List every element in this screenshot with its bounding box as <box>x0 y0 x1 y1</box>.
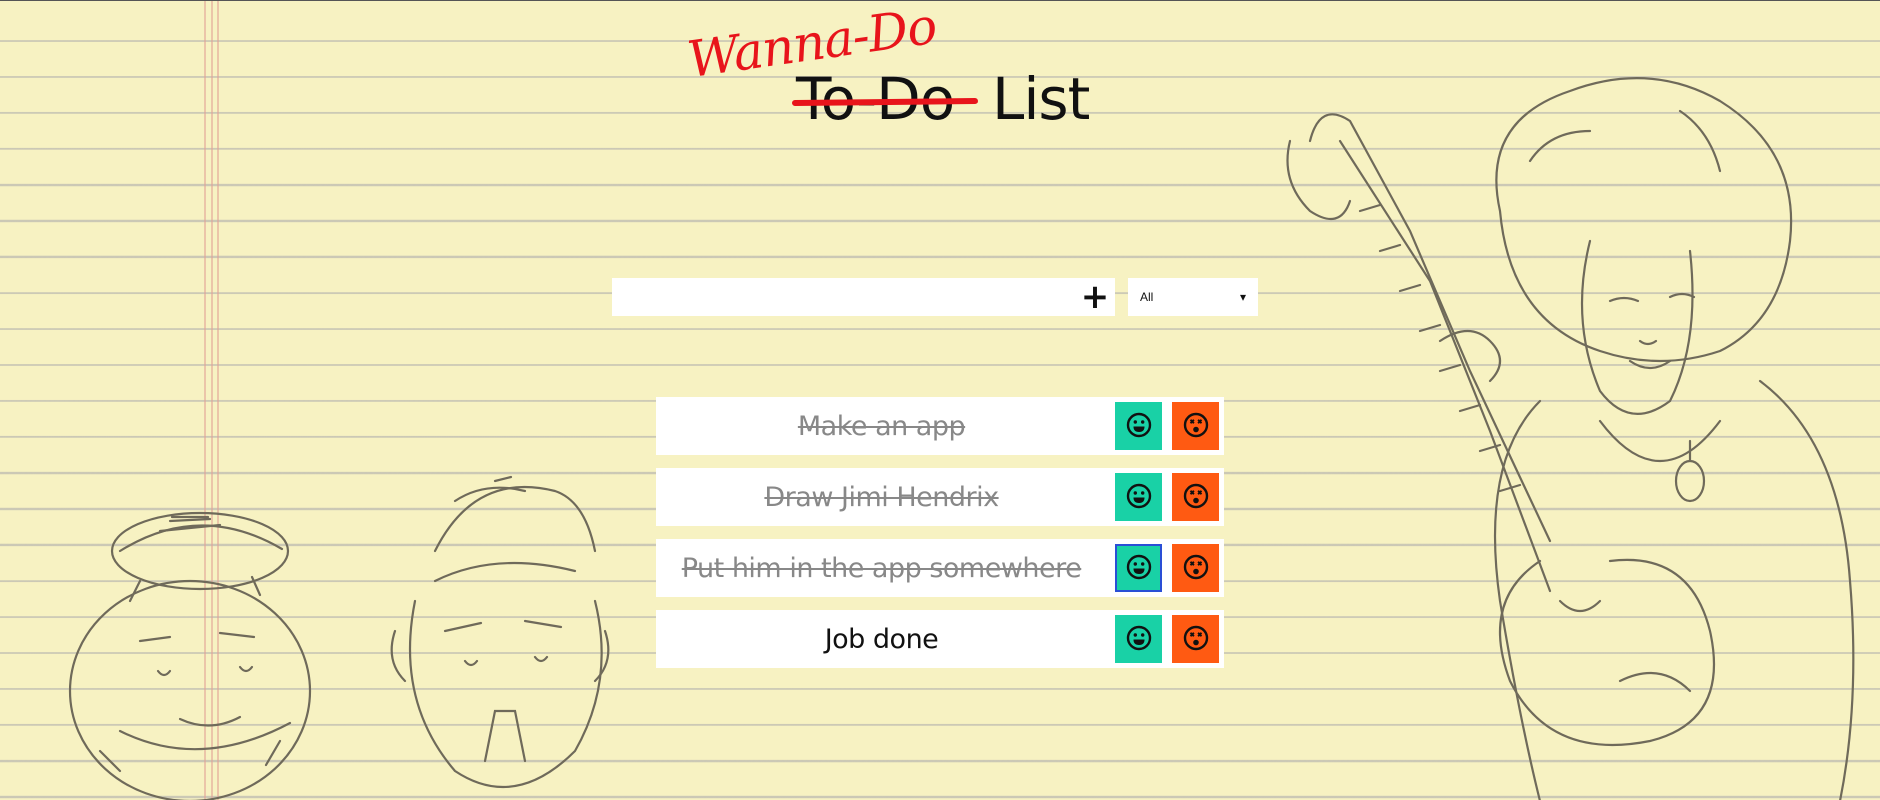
delete-button[interactable] <box>1172 473 1219 521</box>
paper-margin-line <box>204 1 206 800</box>
smile-icon <box>1126 625 1152 654</box>
filter-selected-value: All <box>1140 290 1154 304</box>
paper-margin-line <box>211 1 213 800</box>
todo-text: Make an app <box>797 410 966 442</box>
todo-item: Make an app <box>656 397 1224 455</box>
delete-button[interactable] <box>1172 615 1219 663</box>
plus-icon: + <box>1080 277 1110 317</box>
dizzy-face-icon <box>1183 625 1209 654</box>
todo-item: Put him in the app somewhere <box>656 539 1224 597</box>
complete-button[interactable] <box>1115 615 1162 663</box>
sketch-jimi-hendrix <box>1260 41 1880 800</box>
paper-margin-line <box>217 1 219 800</box>
complete-button[interactable] <box>1115 473 1162 521</box>
smile-icon <box>1126 483 1152 512</box>
smile-icon <box>1126 412 1152 441</box>
sketch-character-middle <box>375 461 615 800</box>
dizzy-face-icon <box>1183 412 1209 441</box>
todo-input[interactable] <box>612 278 1077 316</box>
todo-item: Job done <box>656 610 1224 668</box>
todo-list: Make an app Draw Jimi Hendrix Put him in… <box>656 397 1224 681</box>
smile-icon <box>1126 554 1152 583</box>
todo-text: Put him in the app somewhere <box>681 552 1082 584</box>
delete-button[interactable] <box>1172 402 1219 450</box>
todo-text: Job done <box>824 623 939 655</box>
title-suffix: List <box>992 65 1090 133</box>
dizzy-face-icon <box>1183 483 1209 512</box>
todo-input-container: + <box>612 278 1115 316</box>
complete-button[interactable] <box>1115 544 1162 592</box>
complete-button[interactable] <box>1115 402 1162 450</box>
filter-select[interactable]: All ▾ <box>1128 278 1258 316</box>
add-todo-button[interactable]: + <box>1077 278 1113 316</box>
todo-item: Draw Jimi Hendrix <box>656 468 1224 526</box>
todo-text: Draw Jimi Hendrix <box>764 481 999 513</box>
sketch-character-left <box>60 491 340 800</box>
dizzy-face-icon <box>1183 554 1209 583</box>
delete-button[interactable] <box>1172 544 1219 592</box>
chevron-down-icon: ▾ <box>1239 290 1246 304</box>
